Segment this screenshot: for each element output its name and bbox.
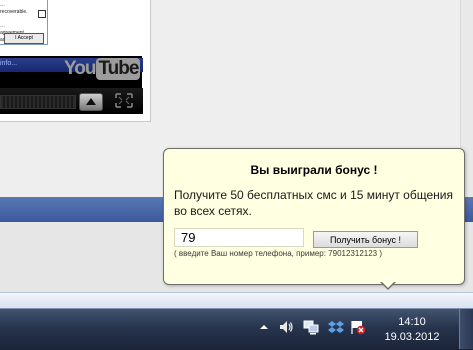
popup-tail-fill bbox=[381, 281, 395, 288]
volume-icon bbox=[280, 321, 293, 333]
network-button[interactable] bbox=[303, 319, 319, 335]
bonus-popup: Вы выиграли бонус ! Получите 50 бесплатн… bbox=[163, 148, 465, 285]
installer-checkbox bbox=[38, 10, 46, 18]
popup-title: Вы выиграли бонус ! bbox=[250, 163, 378, 177]
network-icon bbox=[303, 320, 319, 335]
clock-time[interactable]: 14:10 bbox=[382, 316, 442, 328]
action-center-button[interactable] bbox=[350, 319, 366, 335]
clock-date[interactable]: 19.03.2012 bbox=[382, 331, 442, 343]
phone-hint: ( введите Ваш номер телефона, пример: 79… bbox=[174, 249, 383, 258]
show-hidden-icons-button[interactable] bbox=[256, 319, 272, 335]
youtube-logo-tube: Tube bbox=[96, 58, 141, 80]
triangle-up-icon bbox=[86, 98, 96, 105]
get-bonus-button[interactable]: Получить бонус ! bbox=[313, 231, 418, 248]
dropbox-icon bbox=[328, 321, 344, 333]
taskbar bbox=[0, 308, 473, 350]
video-info-text: info... bbox=[0, 60, 18, 67]
dropbox-button[interactable] bbox=[328, 319, 344, 335]
show-desktop-button[interactable] bbox=[459, 309, 473, 349]
chevron-up-icon bbox=[260, 325, 268, 329]
fullscreen-icon bbox=[115, 93, 133, 108]
phone-number-input[interactable] bbox=[174, 228, 304, 247]
youtube-logo-you: You bbox=[64, 58, 97, 79]
video-progress-bar[interactable] bbox=[0, 95, 76, 109]
installer-window-thumbnail: …recoverable.…agreement,acceptance. I Ac… bbox=[0, 0, 48, 45]
popup-message: Получите 50 бесплатных смс и 15 минут об… bbox=[174, 188, 453, 218]
installer-accept-button: I Accept bbox=[4, 33, 44, 44]
expand-button[interactable] bbox=[79, 93, 103, 111]
browser-status-bar bbox=[0, 292, 473, 308]
volume-button[interactable] bbox=[278, 319, 294, 335]
fullscreen-button[interactable] bbox=[115, 93, 133, 108]
action-center-flag-icon bbox=[351, 321, 366, 335]
youtube-logo[interactable]: You Tube bbox=[64, 58, 141, 80]
